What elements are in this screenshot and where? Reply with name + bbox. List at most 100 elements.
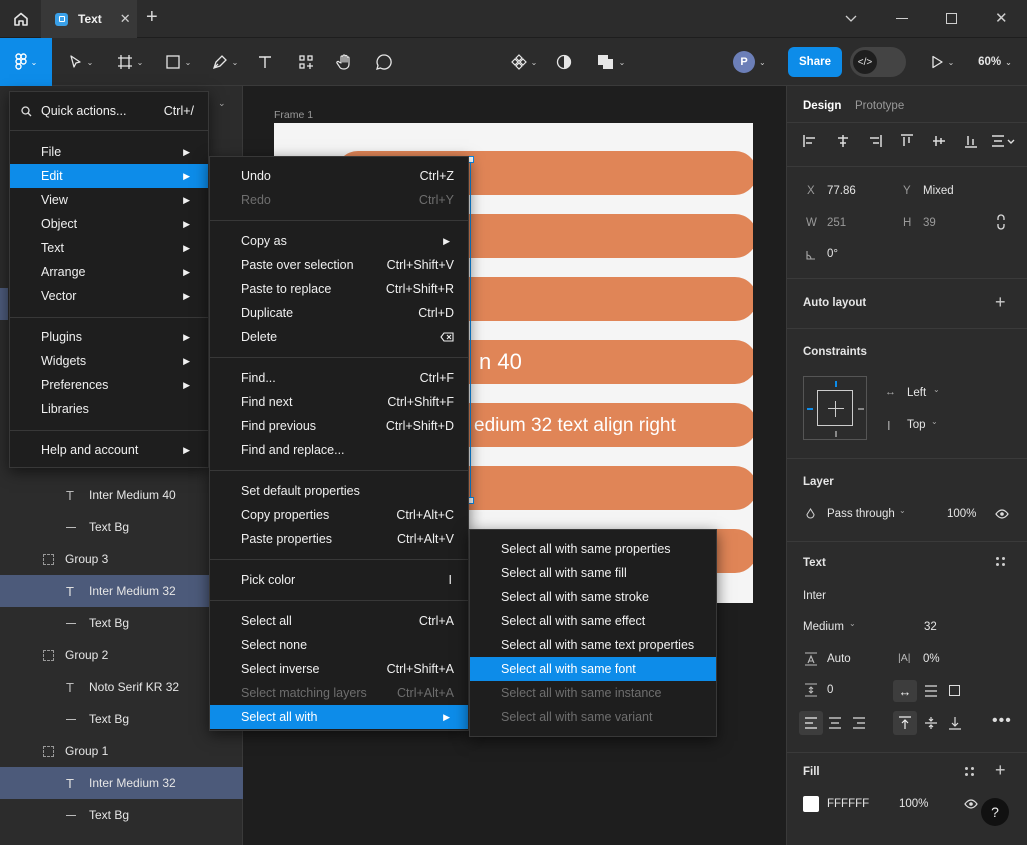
new-tab-button[interactable]: + [146,6,158,29]
quick-actions-search[interactable]: Quick actions... Ctrl+/ [10,92,208,130]
fill-swatch[interactable] [803,796,819,812]
font-size-input[interactable]: 32 [924,621,937,633]
layer-row[interactable]: T Noto Serif KR 32 [0,671,243,703]
menu-item-same-properties[interactable]: Select all with same properties [470,537,716,561]
menu-item-select-none[interactable]: Select none [210,633,468,657]
help-button[interactable]: ? [981,798,1009,826]
layer-row-selected[interactable]: T Inter Medium 32 [0,575,243,607]
menu-item-select-all[interactable]: Select all Ctrl+A [210,609,468,633]
add-fill-icon[interactable]: + [995,760,1006,781]
frame-label[interactable]: Frame 1 [274,109,313,121]
menu-item-arrange[interactable]: Arrange ▶ [10,260,208,284]
share-button[interactable]: Share [788,47,842,77]
vertical-align-top-button[interactable] [893,711,917,735]
auto-width-button[interactable]: ↔ [893,680,917,702]
components-button[interactable]: ⌄ [506,38,542,86]
align-center-vertical-icon[interactable] [932,134,946,148]
text-align-left-button[interactable] [799,711,823,735]
x-input[interactable]: 77.86 [827,185,856,197]
horizontal-constraint-dropdown[interactable]: Left [907,387,926,399]
shape-tool[interactable]: ⌄ [160,38,196,86]
blend-mode-dropdown[interactable]: Pass through [827,508,895,520]
fill-eye-icon[interactable] [964,799,978,809]
rotation-input[interactable]: 0° [827,248,838,260]
menu-item-edit[interactable]: Edit ▶ [10,164,208,188]
menu-item-plugins[interactable]: Plugins ▶ [10,325,208,349]
menu-item-find[interactable]: Find... Ctrl+F [210,366,468,390]
letter-spacing-input[interactable]: 0% [923,653,940,665]
present-button[interactable]: ⌄ [922,38,962,86]
auto-height-icon[interactable] [924,685,938,697]
fill-opacity-input[interactable]: 100% [899,798,928,810]
file-tab[interactable]: Text ✕ [41,0,137,38]
menu-item-same-stroke[interactable]: Select all with same stroke [470,585,716,609]
pill-text[interactable]: edium 32 text align right [474,415,676,437]
menu-item-libraries[interactable]: Libraries [10,397,208,421]
menu-item-same-effect[interactable]: Select all with same effect [470,609,716,633]
close-tab-icon[interactable]: ✕ [120,11,131,27]
constraints-widget[interactable] [803,376,867,440]
menu-item-select-all-with[interactable]: Select all with ▶ [210,705,468,729]
menu-item-paste-properties[interactable]: Paste properties Ctrl+Alt+V [210,527,468,551]
menu-item-object[interactable]: Object ▶ [10,212,208,236]
menu-item-vector[interactable]: Vector ▶ [10,284,208,308]
text-align-right-icon[interactable] [852,717,866,729]
pill-text[interactable]: n 40 [479,349,522,375]
text-tool[interactable] [252,38,278,86]
vertical-align-middle-icon[interactable] [924,716,938,730]
boolean-button[interactable]: ⌄ [592,38,630,86]
menu-item-same-font[interactable]: Select all with same font [470,657,716,681]
main-menu-button[interactable]: ⌄ [0,38,52,86]
align-top-icon[interactable] [900,134,914,148]
menu-item-pick-color[interactable]: Pick color I [210,568,468,592]
h-input[interactable]: 39 [923,217,936,229]
dev-mode-toggle[interactable]: </> [850,47,906,77]
layer-opacity-input[interactable]: 100% [947,508,976,520]
align-left-icon[interactable] [803,134,817,148]
menu-item-same-fill[interactable]: Select all with same fill [470,561,716,585]
user-avatar-button[interactable]: P ⌄ [733,50,777,74]
maximize-icon[interactable] [946,13,957,24]
font-family-dropdown[interactable]: Inter [803,590,826,602]
align-center-horizontal-icon[interactable] [836,134,850,148]
minimize-icon[interactable] [896,18,908,19]
w-input[interactable]: 251 [827,217,846,229]
menu-item-copy-properties[interactable]: Copy properties Ctrl+Alt+C [210,503,468,527]
fill-hex-input[interactable]: FFFFFF [827,798,869,810]
pen-tool[interactable]: ⌄ [207,38,243,86]
tab-design[interactable]: Design [803,100,841,112]
menu-item-find-next[interactable]: Find next Ctrl+Shift+F [210,390,468,414]
align-bottom-icon[interactable] [964,134,978,148]
fill-styles-grid-icon[interactable] [965,767,975,777]
add-auto-layout-icon[interactable]: + [995,292,1006,313]
menu-item-preferences[interactable]: Preferences ▶ [10,373,208,397]
layer-row[interactable]: T Inter Medium 40 [0,479,243,511]
menu-item-help-and-account[interactable]: Help and account ▶ [10,438,208,462]
home-button[interactable] [0,0,41,38]
comment-tool[interactable] [371,38,397,86]
menu-item-duplicate[interactable]: Duplicate Ctrl+D [210,301,468,325]
menu-item-find-previous[interactable]: Find previous Ctrl+Shift+D [210,414,468,438]
zoom-dropdown[interactable]: 60% ⌄ [970,38,1020,86]
menu-item-paste-over-selection[interactable]: Paste over selection Ctrl+Shift+V [210,253,468,277]
layer-row[interactable]: Group 3 [0,543,243,575]
text-styles-grid-icon[interactable] [996,557,1006,567]
constrain-proportions-icon[interactable] [996,214,1006,230]
y-input[interactable]: Mixed [923,185,954,197]
menu-item-text[interactable]: Text ▶ [10,236,208,260]
menu-item-view[interactable]: View ▶ [10,188,208,212]
layer-row[interactable]: Text Bg [0,607,243,639]
menu-item-copy-as[interactable]: Copy as ▶ [210,229,468,253]
menu-item-file[interactable]: File ▶ [10,140,208,164]
window-menu-chevron-icon[interactable] [843,10,859,26]
page-selector-chevron-icon[interactable]: ⌄ [218,98,226,109]
menu-item-undo[interactable]: Undo Ctrl+Z [210,164,468,188]
menu-item-paste-to-replace[interactable]: Paste to replace Ctrl+Shift+R [210,277,468,301]
layer-row[interactable]: Text Bg [0,799,243,831]
frame-tool[interactable]: ⌄ [112,38,148,86]
layer-row-selected[interactable]: T Inter Medium 32 [0,767,243,799]
vertical-constraint-dropdown[interactable]: Top [907,419,926,431]
layer-row[interactable]: Group 2 [0,639,243,671]
paragraph-spacing-input[interactable]: 0 [827,684,833,696]
align-right-icon[interactable] [868,134,882,148]
